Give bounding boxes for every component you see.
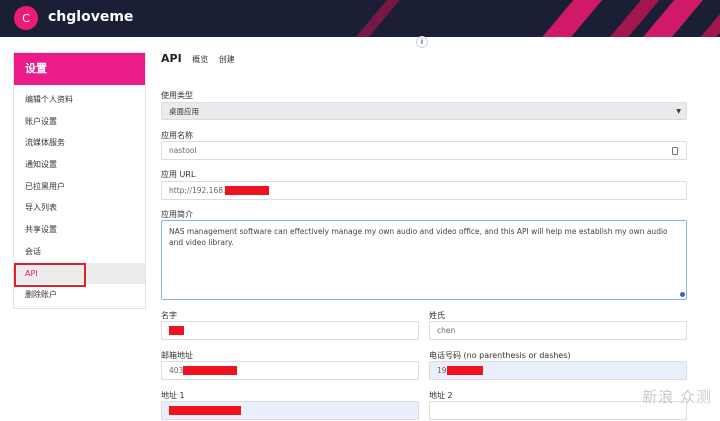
last-name-label: 姓氏 [429, 311, 445, 320]
last-name-value: chen [437, 326, 456, 335]
phone-value: 19 [437, 366, 447, 375]
sidebar-item-notifications[interactable]: 通知设置 [14, 154, 145, 176]
username[interactable]: chgloveme [48, 9, 133, 25]
email-input[interactable]: 403 [161, 361, 419, 380]
first-name-label: 名字 [161, 311, 177, 320]
redacted-block [169, 326, 184, 335]
resize-grip-icon[interactable] [680, 292, 685, 297]
redacted-block [169, 406, 241, 415]
sidebar-item-sharing[interactable]: 共享设置 [14, 219, 145, 241]
sidebar-item-import-lists[interactable]: 导入列表 [14, 197, 145, 219]
sidebar-item-sessions[interactable]: 会话 [14, 241, 145, 263]
app-desc-label: 应用简介 [161, 210, 193, 219]
email-label: 邮箱地址 [161, 351, 193, 360]
info-icon[interactable]: i [416, 36, 428, 48]
redacted-block [183, 366, 238, 375]
app-url-label: 应用 URL [161, 170, 196, 179]
top-header: C chgloveme [0, 0, 720, 37]
sidebar-item-edit-profile[interactable]: 编辑个人资料 [14, 89, 145, 111]
app-url-input[interactable]: http://192.168. [161, 181, 687, 200]
sidebar-item-streaming-services[interactable]: 流媒体服务 [14, 132, 145, 154]
app-desc-textarea[interactable] [161, 220, 687, 300]
tab-overview[interactable]: 概览 [192, 54, 208, 65]
sidebar-item-delete-account[interactable]: 删除账户 [14, 284, 145, 306]
app-url-value: http://192.168. [169, 186, 226, 195]
sidebar-item-account-settings[interactable]: 账户设置 [14, 111, 145, 133]
phone-input[interactable]: 19 [429, 361, 687, 380]
address1-input[interactable] [161, 401, 419, 420]
address2-label: 地址 2 [429, 391, 453, 400]
password-manager-icon[interactable] [672, 147, 678, 155]
sidebar-item-blocked-users[interactable]: 已拉黑用户 [14, 176, 145, 198]
address1-label: 地址 1 [161, 391, 185, 400]
redacted-block [225, 186, 270, 195]
first-name-input[interactable] [161, 321, 419, 340]
app-type-select[interactable]: 桌面应用 ▼ [161, 102, 687, 120]
page-title: API [161, 52, 182, 65]
sidebar-item-api[interactable]: API [14, 262, 145, 287]
caret-down-icon: ▼ [676, 108, 681, 115]
email-value: 403 [169, 366, 184, 375]
settings-sidebar: 设置 编辑个人资料 账户设置 流媒体服务 通知设置 已拉黑用户 导入列表 共享设… [13, 52, 146, 309]
app-name-label: 应用名称 [161, 131, 193, 140]
api-header: API 概览 创建 [161, 52, 235, 65]
tab-create[interactable]: 创建 [219, 54, 235, 65]
app-type-label: 使用类型 [161, 91, 193, 100]
app-type-value: 桌面应用 [169, 106, 199, 116]
sidebar-list: 编辑个人资料 账户设置 流媒体服务 通知设置 已拉黑用户 导入列表 共享设置 会… [14, 85, 145, 306]
phone-label: 电话号码 (no parenthesis or dashes) [429, 351, 571, 360]
watermark: 新浪 众测 [642, 388, 712, 406]
app-name-value: nastool [169, 146, 197, 155]
avatar[interactable]: C [14, 6, 38, 30]
redacted-block [446, 366, 483, 375]
app-name-input[interactable]: nastool [161, 141, 687, 160]
last-name-input[interactable]: chen [429, 321, 687, 340]
sidebar-title: 设置 [14, 53, 145, 85]
